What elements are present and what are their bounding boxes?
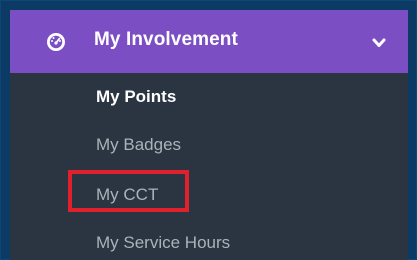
menu-item-my-badges[interactable]: My Badges <box>96 135 181 155</box>
menu-header-my-involvement[interactable]: My Involvement <box>10 10 408 73</box>
dashboard-gauge-icon <box>46 32 66 52</box>
chevron-down-icon[interactable] <box>372 36 386 48</box>
menu-item-my-service-hours[interactable]: My Service Hours <box>96 233 230 253</box>
sidebar-menu: My Involvement My Points My Badges My CC… <box>10 10 408 260</box>
menu-header-label: My Involvement <box>94 29 238 50</box>
menu-item-my-points[interactable]: My Points <box>96 87 176 107</box>
highlight-annotation-box <box>68 170 189 212</box>
